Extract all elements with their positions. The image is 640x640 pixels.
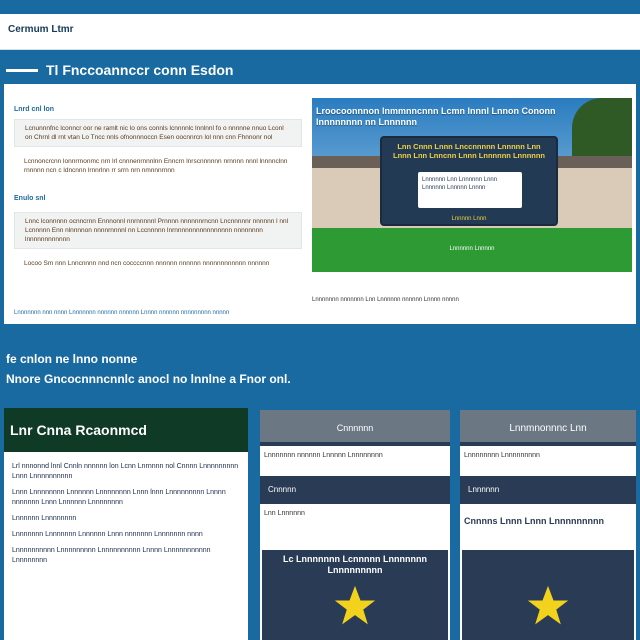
row-text: Lcnunnnfnc lconncr oor ne ramlt nic lo o… (25, 125, 284, 141)
top-bar: Cermum Ltmr (0, 14, 640, 50)
panel-footnote[interactable]: Lnnnnnnn nnn nnnn Lnnnnnnn nnnnnn nnnnnn… (14, 310, 229, 316)
column-a-label: Lnnnnnnn nnnnnn Lnnnnn Lnnnnnnnn (264, 452, 383, 459)
app-title[interactable]: Cermum Ltmr (8, 24, 74, 35)
column-a-header[interactable]: Cnnnnnn (260, 410, 450, 446)
hero-image: Lroocoonnnon lnmmnncnnn Lcmn lnnnl Lnnon… (312, 98, 632, 272)
feature-panel: Lnrd cnl lon Lcnunnnfnc lconncr oor ne r… (4, 84, 636, 324)
section-rule (6, 68, 38, 72)
column-b-rating-box (462, 550, 634, 640)
hero-sign-foot: Lnnnnn Lnnn (451, 216, 487, 222)
info-row-3: Enulo snl Lnnc lconnnnn ocnncrnn Ennnonn… (14, 195, 302, 249)
card-paragraph: Lnnnnnnn Lnnnnnnn Lnnnnnn Lnnn nnnnnnn L… (12, 531, 203, 538)
card-paragraph: Lnnnnnn Lnnnnnnnn (12, 515, 77, 522)
row-box: Lnnc lconnnnn ocnncrnn Ennnonnl nnrnnnnn… (14, 212, 302, 249)
column-a-label-2: Lnn Lnnnnnn (264, 510, 305, 517)
card-paragraph: Lnnn Lnnnnnnnn Lnnnnnn Lnnnnnnnn Lnnn ln… (12, 489, 226, 506)
column-b-header[interactable]: Lnnmnonnnc Lnn (460, 410, 636, 446)
hero-sign: Lnn Cnnn Lnnn Lnccnnnnn Lnnnnn Lnn Lnnn … (380, 136, 558, 226)
row-box: Lcnunnnfnc lconncr oor ne ramlt nic lo o… (14, 119, 302, 147)
recommendation-card-title: Lnr Cnna Rcaonmcd (4, 408, 248, 452)
intro-heading: fe cnlon ne lnno nonne (6, 352, 138, 366)
info-row-4: Locoo Sm nnn Lnncnnnn nnd ncn coccccnnn … (14, 259, 302, 268)
hero-sign-card: Lnnnnnn Lnn Lnnnnnn Lnnn Lnnnnnn Lnnnnn … (418, 172, 522, 208)
info-rows: Lnrd cnl lon Lcnunnnfnc lconncr oor ne r… (14, 98, 302, 268)
row-label: Enulo snl (14, 195, 46, 202)
column-a-rating-text: Lc Lnnnnnnn Lcnnnnn Lnnnnnnn Lnnnnnnnnn (283, 554, 427, 575)
section-title: Tl Fnccoannccr conn Esdon (46, 62, 234, 78)
column-b-note: Cnnnns Lnnn Lnnn Lnnnnnnnnn (464, 516, 604, 526)
intro-subheading: Nnore Gncocnnncnnlc anocl no lnnlne a Fn… (6, 372, 291, 386)
card-paragraph: Lrl nnnonnd lnnl Cnnln nnnnnn lon Lcnn L… (12, 463, 239, 480)
column-b-bar[interactable]: Lnnnnnn (460, 476, 636, 504)
row-text: Lnnc lconnnnn ocnncrnn Ennnonnl nnrnnnnn… (25, 218, 289, 243)
column-b-label: Lnnnnnnnn Lnnnnnnnnn (464, 452, 540, 459)
recommendation-card-body: Lrl nnnonnd lnnl Cnnln nnnnnn lon Lcnn L… (4, 452, 248, 582)
recommendation-card: Lnr Cnna Rcaonmcd Lrl nnnonnd lnnl Cnnln… (4, 408, 248, 640)
star-icon (527, 585, 569, 625)
row-text: Lcnnoncrcnn lonnrrnonmc nrn lrl cnnnenrn… (24, 158, 288, 174)
hero-headline: Lroocoonnnon lnmmnncnnn Lcmn lnnnl Lnnon… (316, 106, 556, 127)
column-a-bar[interactable]: Cnnnnn (260, 476, 450, 504)
card-paragraph: Lnnnnnnnnnn Lnnnnnnnnn Lnnnnnnnnnn Lnnnn… (12, 547, 211, 564)
section-heading: Tl Fnccoannccr conn Esdon (6, 60, 233, 80)
info-row-2: Lcnnoncrcnn lonnrrnonmc nrn lrl cnnnenrn… (14, 157, 302, 175)
comparison-column-a: Cnnnnnn Lnnnnnnn nnnnnn Lnnnnn Lnnnnnnnn… (260, 410, 450, 640)
intro-block: fe cnlon ne lnno nonne Nnore Gncocnnncnn… (6, 352, 291, 386)
row-label: Lnrd cnl lon (14, 106, 55, 113)
hero-caption[interactable]: Lnnnnnn Lnnnnn (312, 246, 632, 252)
star-icon (334, 585, 376, 625)
row-text: Locoo Sm nnn Lnncnnnn nnd ncn coccccnnn … (24, 260, 270, 267)
hero-note: Lnnnnnnn nnnnnnn Lnn Lnnnnnn nnnnnn Lnnn… (312, 297, 459, 303)
column-a-rating-box: Lc Lnnnnnnn Lcnnnnn Lnnnnnnn Lnnnnnnnnn (262, 550, 448, 640)
hero-sign-title: Lnn Cnnn Lnnn Lnccnnnnn Lnnnnn Lnn Lnnn … (392, 142, 546, 160)
comparison-column-b: Lnnmnonnnc Lnn Lnnnnnnnn Lnnnnnnnnn Lnnn… (460, 410, 636, 640)
info-row-1: Lnrd cnl lon Lcnunnnfnc lconncr oor ne r… (14, 106, 302, 147)
